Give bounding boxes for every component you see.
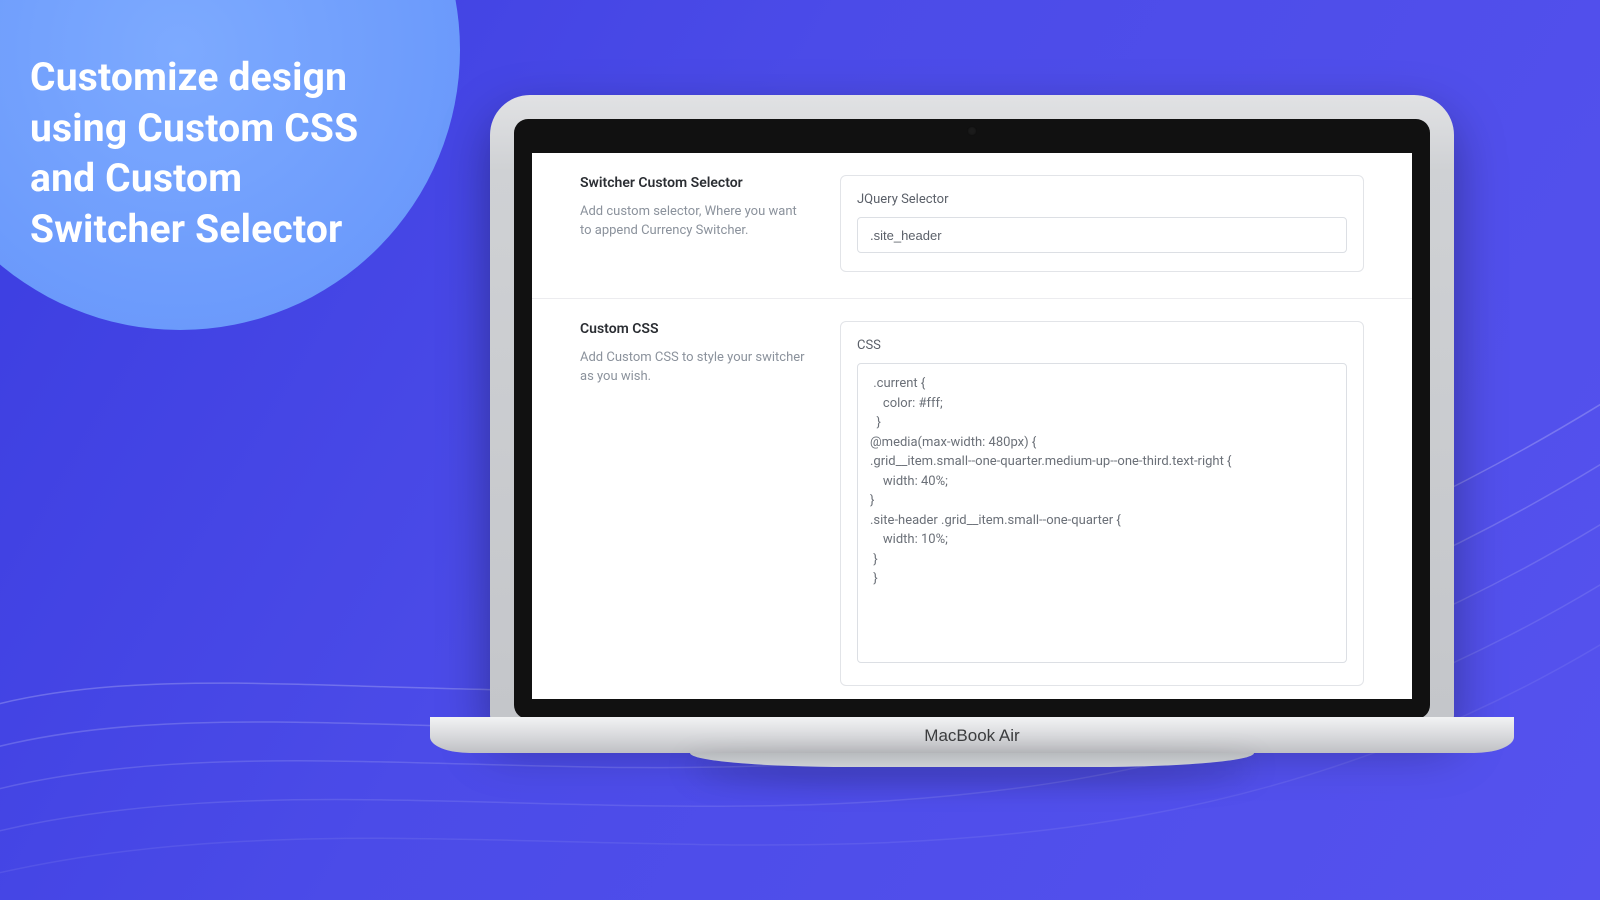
page-headline: Customize design using Custom CSS and Cu… (30, 52, 390, 255)
css-section-desc: Add Custom CSS to style your switcher as… (580, 349, 810, 387)
selector-section-desc: Add custom selector, Where you want to a… (580, 203, 810, 241)
css-textarea[interactable] (857, 363, 1347, 663)
laptop-foot (690, 753, 1254, 767)
laptop-model-label: MacBook Air (430, 726, 1514, 746)
css-section-title: Custom CSS (580, 321, 810, 337)
laptop-mockup: Switcher Custom Selector Add custom sele… (490, 95, 1454, 785)
settings-panel: Switcher Custom Selector Add custom sele… (532, 153, 1412, 699)
jquery-selector-label: JQuery Selector (857, 192, 1347, 207)
css-field-label: CSS (857, 338, 1347, 353)
selector-card: JQuery Selector (840, 175, 1364, 272)
css-card: CSS (840, 321, 1364, 686)
jquery-selector-input[interactable] (857, 217, 1347, 253)
selector-section-title: Switcher Custom Selector (580, 175, 810, 191)
camera-icon (967, 126, 977, 136)
